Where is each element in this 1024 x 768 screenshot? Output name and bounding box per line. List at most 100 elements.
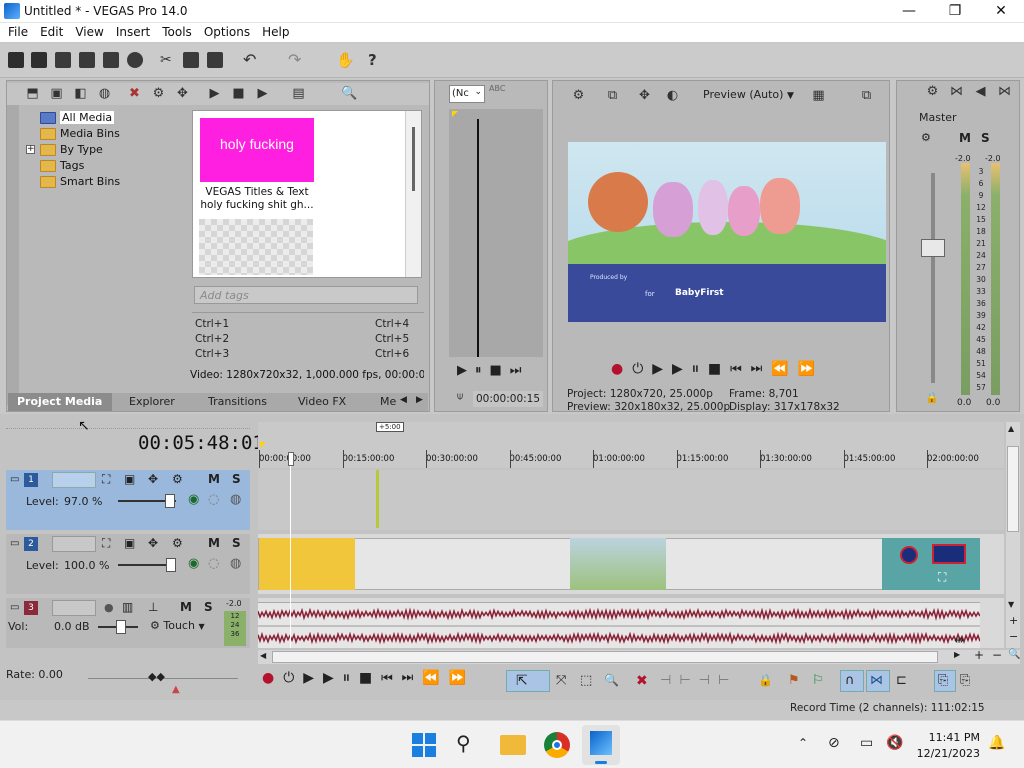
master-fx-icon[interactable]: ⋈: [949, 84, 964, 99]
menu-options[interactable]: Options: [198, 23, 256, 39]
redo-icon[interactable]: ↷: [288, 52, 304, 68]
menu-help[interactable]: Help: [256, 23, 295, 39]
trimmer-pin-icon[interactable]: ⍦: [457, 391, 463, 402]
tab-scroll-right-icon[interactable]: ▶: [416, 395, 423, 405]
ripple-edit-icon[interactable]: ⊏: [896, 673, 907, 688]
track-level-thumb[interactable]: [166, 558, 176, 572]
copy-snapshot-icon[interactable]: ⧉: [859, 88, 874, 103]
track-collapse-icon[interactable]: ▭: [10, 602, 22, 614]
tree-item-by-type[interactable]: By Type: [40, 143, 103, 158]
delete-icon[interactable]: ✖: [636, 673, 648, 689]
get-media-icon[interactable]: ◧: [73, 86, 88, 101]
undo-icon[interactable]: ↶: [243, 52, 259, 68]
windows-start-icon[interactable]: [412, 733, 436, 757]
tree-item-media-bins[interactable]: Media Bins: [40, 127, 120, 142]
tab-transitions[interactable]: Transitions: [208, 395, 267, 408]
fade-handle-icon[interactable]: ⇹: [954, 633, 964, 647]
media-item[interactable]: holy fucking VEGAS Titles & Text holy fu…: [194, 112, 320, 212]
scroll-up-icon[interactable]: ▲: [1008, 424, 1014, 433]
media-list-scrollbar[interactable]: [405, 111, 421, 277]
media-properties-icon[interactable]: ⚙: [151, 86, 166, 101]
network-icon[interactable]: ⊘: [828, 735, 840, 751]
composite-parent-icon[interactable]: ◌: [208, 492, 219, 507]
preview-transport[interactable]: ●⏻▶▶⏸■⏮⏭⏪⏩: [611, 361, 824, 377]
dim-output-icon[interactable]: ⋈: [997, 84, 1012, 99]
save-as-icon[interactable]: [79, 52, 95, 68]
track-collapse-icon[interactable]: ▭: [10, 474, 22, 486]
region-icon[interactable]: ⚐: [812, 673, 824, 688]
tab-scroll-left-icon[interactable]: ◀: [400, 395, 407, 405]
menu-insert[interactable]: Insert: [110, 23, 156, 39]
auto-preview-icon[interactable]: ▶: [255, 86, 270, 101]
file-explorer-icon[interactable]: [500, 735, 526, 755]
master-fx-icon[interactable]: ⚙: [921, 131, 931, 144]
hzoom-in-icon[interactable]: +: [974, 648, 984, 662]
track-fx-icon[interactable]: ▣: [124, 472, 135, 486]
mask-icon[interactable]: ◍: [230, 492, 241, 507]
maximize-button[interactable]: ❐: [932, 0, 978, 23]
overlays-icon[interactable]: ▦: [811, 88, 826, 103]
track-solo-button[interactable]: S: [232, 536, 241, 550]
track-mute-button[interactable]: M: [208, 472, 220, 486]
preview-quality-dropdown[interactable]: Preview (Auto) ▼: [703, 88, 794, 101]
copy-icon[interactable]: [183, 52, 199, 68]
track-motion-icon[interactable]: ⛶: [102, 472, 110, 487]
compositing-icon[interactable]: ✥: [148, 472, 158, 486]
zoom-out-icon[interactable]: −: [1009, 630, 1018, 643]
zoom-in-icon[interactable]: +: [1009, 614, 1018, 627]
track-solo-button[interactable]: S: [204, 600, 213, 614]
track-lane-3[interactable]: ⇹: [258, 598, 1004, 648]
menu-view[interactable]: View: [69, 23, 109, 39]
import-media-icon[interactable]: ⬒: [25, 86, 40, 101]
track-collapse-icon[interactable]: ▭: [10, 538, 22, 550]
master-solo-button[interactable]: S: [981, 131, 990, 145]
marker-icon[interactable]: ⚑: [788, 673, 800, 688]
track-settings-icon[interactable]: ⚙: [172, 472, 183, 486]
track-header-2[interactable]: ▭ 2 ⛶ ▣ ✥ ⚙ M S Level: 100.0 % ◉ ◌ ◍: [6, 534, 250, 594]
external-monitor-icon[interactable]: ⧉: [605, 88, 620, 103]
tree-item-tags[interactable]: Tags: [40, 159, 84, 174]
volume-icon[interactable]: 🔇: [886, 735, 903, 751]
media-fx-icon[interactable]: ✥: [175, 86, 190, 101]
help-icon[interactable]: ?: [368, 52, 384, 68]
arm-record-icon[interactable]: ●: [104, 601, 114, 614]
notification-icon[interactable]: 🔔: [988, 735, 1005, 751]
chevron-up-icon[interactable]: ⌃: [798, 736, 808, 750]
automation-icon[interactable]: ⊥: [148, 600, 158, 614]
normal-edit-tool[interactable]: [506, 670, 550, 692]
downmix-icon[interactable]: ◀: [973, 84, 988, 99]
close-button[interactable]: ✕: [978, 0, 1024, 23]
stop-media-icon[interactable]: ■: [231, 86, 246, 101]
views-icon[interactable]: ▤: [291, 86, 306, 101]
scroll-thumb[interactable]: [1007, 446, 1019, 532]
minimize-button[interactable]: —: [886, 0, 932, 23]
mask-icon[interactable]: ◍: [230, 556, 241, 571]
lock-icon[interactable]: 🔒: [925, 391, 939, 404]
vegas-taskbar-button[interactable]: [582, 725, 620, 765]
render-icon[interactable]: [103, 52, 119, 68]
scroll-right-icon[interactable]: ▶: [954, 650, 960, 659]
tree-item-all-media[interactable]: All Media: [40, 111, 115, 126]
chrome-icon[interactable]: [544, 732, 570, 758]
new-icon[interactable]: [8, 52, 24, 68]
selection-tool-icon[interactable]: ⬚: [580, 673, 592, 688]
tab-media-generators[interactable]: Me: [380, 395, 396, 408]
clock-date[interactable]: 12/21/2023: [914, 747, 980, 760]
hscroll-thumb[interactable]: [272, 651, 938, 663]
paste-icon[interactable]: [207, 52, 223, 68]
remove-icon[interactable]: ✖: [127, 86, 142, 101]
composite-child-icon[interactable]: ◉: [188, 556, 199, 571]
menu-tools[interactable]: Tools: [156, 23, 198, 39]
rate-thumb-icon[interactable]: ◆◆: [148, 670, 165, 683]
scroll-left-icon[interactable]: ◀: [260, 651, 266, 660]
media-thumbnail-transparent[interactable]: [199, 219, 313, 275]
playhead-handle[interactable]: [288, 452, 294, 466]
hzoom-out-icon[interactable]: −: [992, 648, 1002, 662]
preview-properties-icon[interactable]: ⚙: [571, 88, 586, 103]
time-ruler[interactable]: +5:00 00:00:00:00 00:15:00:00 00:30:00:00 0…: [258, 422, 1004, 468]
capture-icon[interactable]: ▣: [49, 86, 64, 101]
tags-input[interactable]: Add tags: [194, 286, 418, 304]
menu-file[interactable]: File: [0, 23, 34, 39]
track-level-thumb[interactable]: [164, 494, 175, 508]
search-icon[interactable]: 🔍: [341, 86, 357, 101]
